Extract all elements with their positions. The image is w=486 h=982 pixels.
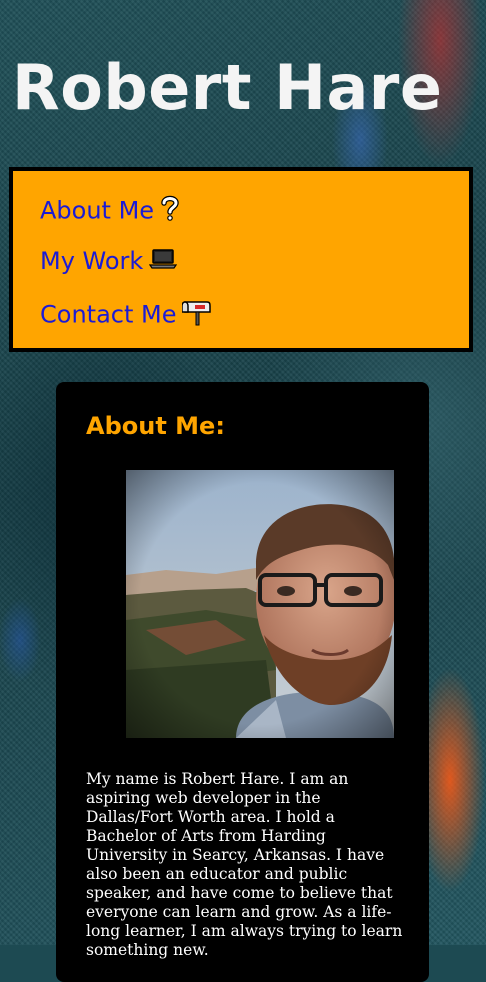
nav-link-about-me[interactable]: About Me	[40, 197, 154, 225]
question-mark-icon	[160, 194, 180, 229]
about-heading: About Me:	[86, 412, 225, 440]
laptop-icon	[149, 247, 178, 277]
nav-item-about-me: About Me	[40, 194, 180, 229]
nav-link-contact-me[interactable]: Contact Me	[40, 301, 176, 329]
nav-item-contact-me: Contact Me	[40, 298, 212, 333]
nav-item-my-work: My Work	[40, 246, 178, 277]
main-navigation: About Me My Work Contact Me	[9, 167, 473, 352]
nav-link-label: About Me	[40, 196, 155, 225]
profile-photo	[126, 470, 394, 738]
site-title: Robert Hare	[12, 51, 443, 124]
nav-link-label: Contact Me	[40, 300, 177, 329]
nav-link-my-work[interactable]: My Work	[40, 247, 143, 275]
about-bio-text: My name is Robert Hare. I am an aspiring…	[86, 770, 403, 959]
mailbox-icon	[181, 298, 212, 333]
nav-link-label: My Work	[40, 247, 144, 275]
about-me-card: About Me: My name is Robert Hare. I am a…	[56, 382, 429, 982]
